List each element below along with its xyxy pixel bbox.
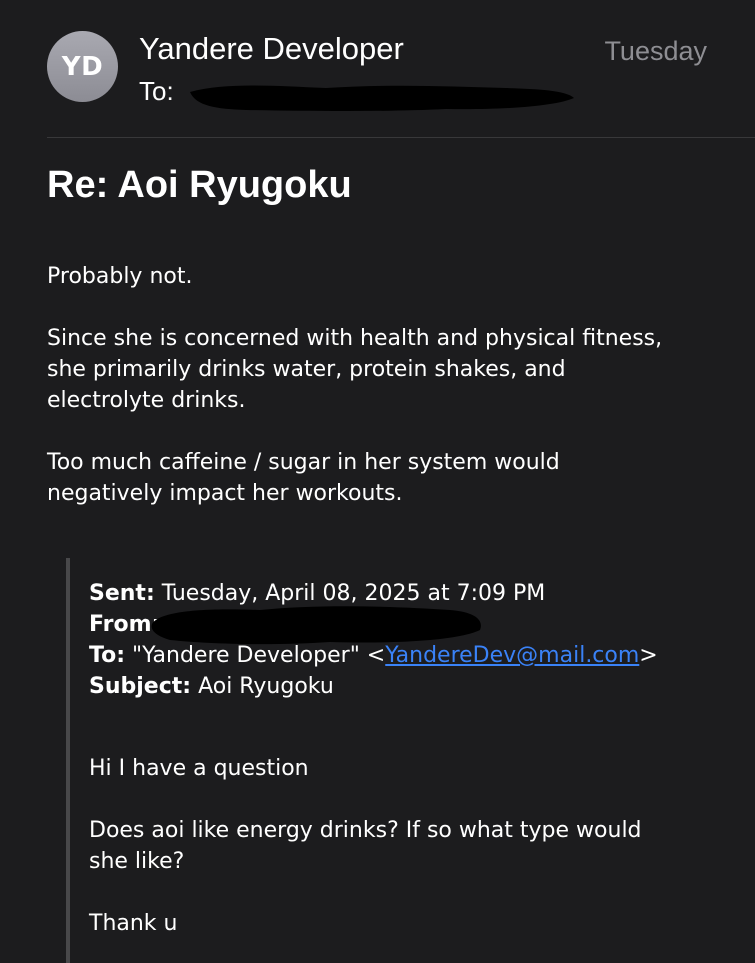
body-paragraph: Probably not. — [47, 264, 193, 289]
quoted-to-label: To: — [89, 643, 125, 668]
quoted-paragraph: Thank u — [89, 911, 178, 936]
email-body: Probably not. Since she is concerned wit… — [47, 261, 717, 540]
redaction-to-recipient — [190, 85, 574, 111]
quoted-subject-value: Aoi Ryugoku — [198, 674, 334, 699]
to-label: To: — [139, 76, 174, 106]
header-divider — [47, 137, 755, 138]
quoted-subject-row: Subject: Aoi Ryugoku — [89, 671, 729, 702]
sender-name[interactable]: Yandere Developer — [139, 31, 404, 67]
redaction-from-sender — [151, 606, 481, 645]
quoted-paragraph: Hi I have a question — [89, 756, 309, 781]
quoted-to-close: > — [639, 643, 658, 668]
quote-bar — [66, 558, 70, 963]
avatar[interactable]: YD — [47, 31, 118, 102]
message-date: Tuesday — [604, 36, 707, 66]
body-paragraph: Since she is concerned with health and p… — [47, 326, 663, 413]
email-subject: Re: Aoi Ryugoku — [47, 164, 352, 206]
body-paragraph: Too much caffeine / sugar in her system … — [47, 450, 560, 506]
quoted-sent-label: Sent: — [89, 581, 155, 606]
avatar-initials: YD — [61, 51, 104, 82]
quoted-paragraph: Does aoi like energy drinks? If so what … — [89, 818, 642, 874]
quoted-subject-label: Subject: — [89, 674, 192, 699]
